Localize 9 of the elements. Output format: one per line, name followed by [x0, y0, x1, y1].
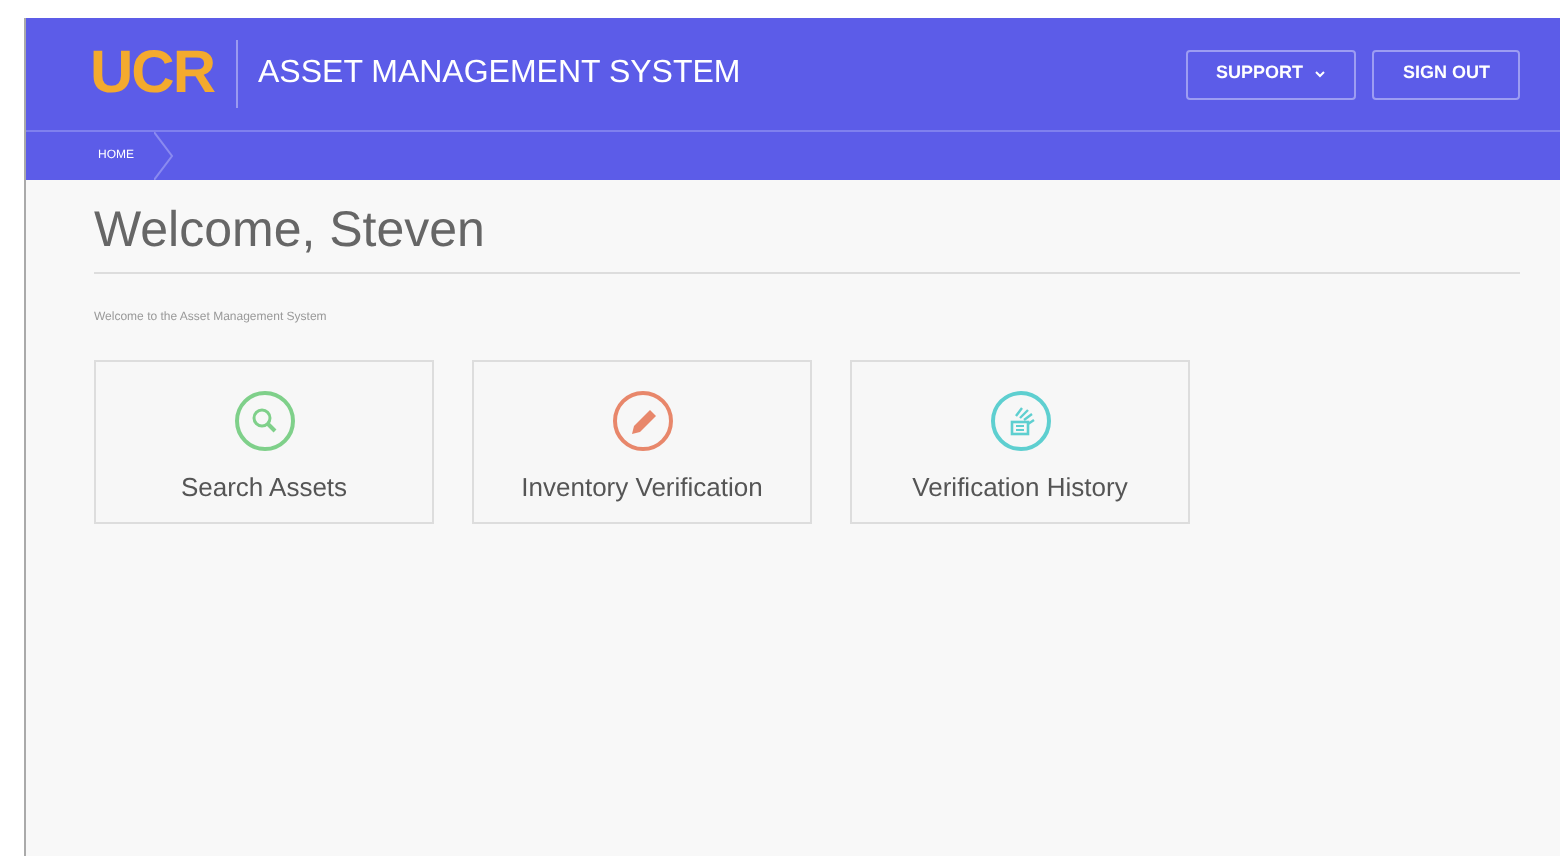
menu-tile[interactable]: Verification History: [850, 360, 1190, 524]
menu-tile[interactable]: Inventory Verification: [472, 360, 812, 524]
app-title: ASSET MANAGEMENT SYSTEM: [258, 54, 741, 94]
caret-icon: [1314, 70, 1327, 78]
support-button[interactable]: SUPPORT: [1185, 49, 1357, 99]
page-heading: Welcome, Steven: [94, 200, 1520, 274]
menu-tile[interactable]: Search Assets: [94, 360, 434, 524]
logo: UCR: [90, 44, 214, 104]
sign-out-button[interactable]: SIGN OUT: [1372, 49, 1520, 99]
